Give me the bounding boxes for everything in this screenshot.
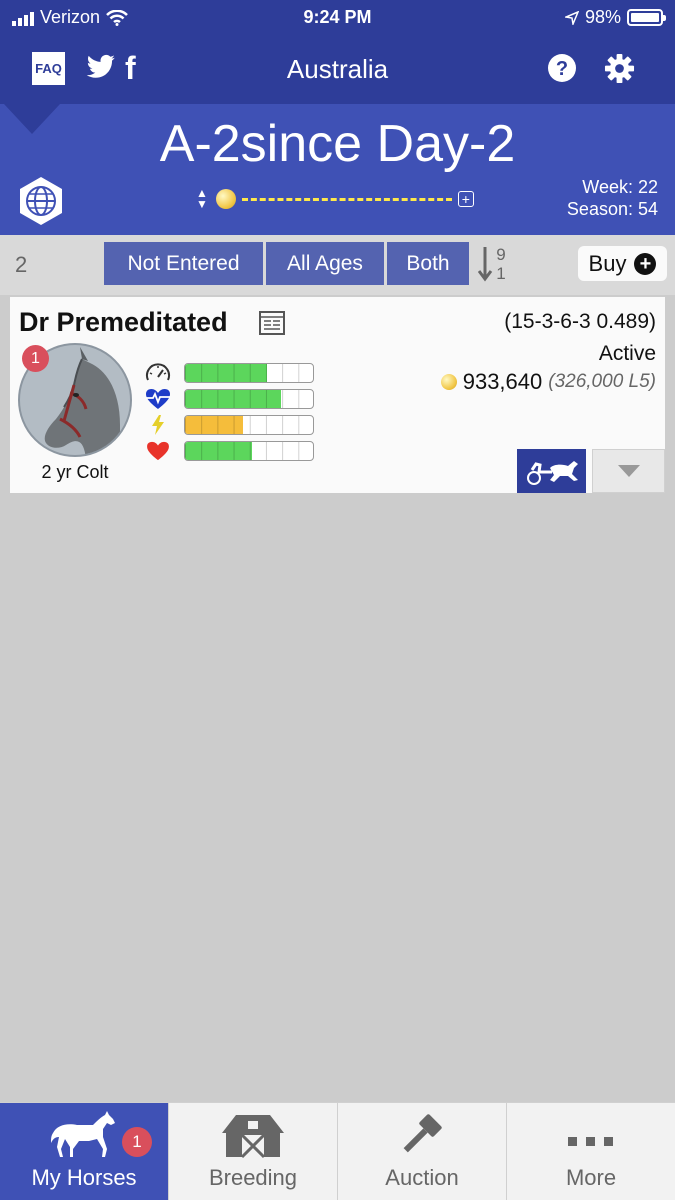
barn-icon: [222, 1115, 284, 1159]
tab-bar: 1 My Horses Breeding Auction More: [0, 1102, 675, 1200]
energy-bar: [184, 415, 314, 435]
coin-icon: [440, 374, 457, 390]
horse-name[interactable]: Dr Premeditated: [19, 307, 228, 338]
lightning-icon: [144, 414, 172, 436]
entry-filter-button[interactable]: Not Entered: [104, 242, 263, 285]
tab-label: My Horses: [31, 1165, 137, 1190]
expand-plus-icon[interactable]: +: [457, 191, 474, 207]
speed-stat: [144, 362, 314, 384]
notification-badge: 1: [22, 345, 49, 372]
sex-filter-button[interactable]: Both: [387, 242, 469, 285]
tab-notification-badge: 1: [122, 1127, 152, 1157]
earnings-value: 933,640: [462, 369, 543, 394]
day-track: [241, 197, 452, 201]
season-label: Season: 54: [566, 199, 658, 219]
earnings: 933,640 (326,000 L5): [440, 369, 656, 395]
horse-age-sex: 2 yr Colt: [41, 462, 109, 482]
speed-bar: [184, 363, 314, 383]
dropdown-button[interactable]: [592, 449, 665, 493]
horse-status: Active: [598, 342, 656, 365]
game-banner: A-2since Day-2 ▲ ▼ + Week: 22 Season: 54: [0, 104, 675, 235]
tab-label: Breeding: [208, 1165, 298, 1190]
horse-card[interactable]: Dr Premeditated 1 2 yr Colt (15-3-6-3 0.…: [10, 297, 665, 493]
help-icon[interactable]: ?: [547, 53, 577, 83]
stamina-bar: [184, 389, 314, 409]
sort-top-digit: 9: [496, 245, 505, 264]
notes-icon[interactable]: [258, 310, 286, 336]
filter-bar: 2 Not Entered All Ages Both 9 1 Buy +: [0, 235, 675, 295]
buy-button[interactable]: Buy +: [578, 246, 667, 281]
buy-label: Buy: [588, 250, 627, 276]
nav-header: FAQ f Australia ?: [0, 36, 675, 104]
tab-auction[interactable]: Auction: [338, 1103, 507, 1200]
sort-icon[interactable]: 9 1: [477, 243, 510, 288]
plus-circle-icon: +: [634, 252, 657, 275]
coin-icon: [215, 189, 236, 209]
stamina-stat: [144, 388, 314, 410]
health-stat: [144, 440, 314, 462]
season-info: Week: 22 Season: 54: [567, 176, 658, 220]
race-record: (15-3-6-3 0.489): [504, 310, 656, 333]
energy-stat: [144, 414, 314, 436]
harness-racing-icon: [526, 461, 578, 485]
tab-breeding[interactable]: Breeding: [169, 1103, 338, 1200]
earnings-last5: (326,000 L5): [548, 371, 656, 392]
tab-label: More: [565, 1165, 617, 1190]
location-arrow-icon: [564, 10, 579, 25]
gavel-icon: [403, 1114, 442, 1153]
health-bar: [184, 441, 314, 461]
horse-icon: [51, 1111, 115, 1157]
horse-count: 2: [15, 252, 28, 277]
game-title: A-2since Day-2: [159, 115, 516, 173]
more-dots-icon: [568, 1137, 613, 1146]
heart-icon: [144, 440, 172, 462]
age-filter-button[interactable]: All Ages: [266, 242, 384, 285]
globe-icon[interactable]: [16, 176, 66, 226]
status-bar: Verizon 9:24 PM 98%: [0, 0, 675, 36]
day-slider[interactable]: ▲ ▼ +: [196, 186, 474, 211]
battery-percent: 98%: [584, 7, 621, 27]
battery-icon: [627, 9, 666, 26]
race-button[interactable]: [517, 449, 586, 493]
speedometer-icon: [144, 362, 172, 384]
svg-text:?: ?: [556, 58, 568, 80]
sort-bottom-digit: 1: [496, 264, 505, 283]
chevron-down-icon: [617, 465, 640, 477]
tab-label: Auction: [385, 1165, 459, 1190]
tab-more[interactable]: More: [507, 1103, 675, 1200]
tab-my-horses[interactable]: 1 My Horses: [0, 1103, 169, 1200]
gear-icon[interactable]: [604, 53, 635, 84]
heartbeat-icon: [144, 388, 172, 410]
week-label: Week: 22: [582, 177, 658, 197]
updown-arrows-icon: ▲ ▼: [196, 186, 208, 211]
